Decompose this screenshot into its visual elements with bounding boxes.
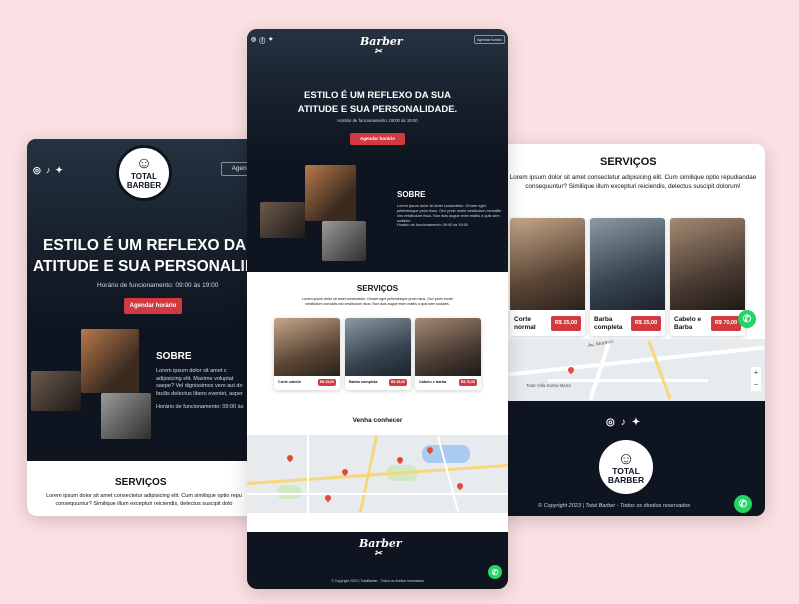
services-intro: Lorem ipsum dolor sit amet consectetur. …: [302, 297, 453, 306]
service-photo: [590, 218, 665, 310]
twitter-icon[interactable]: ✦: [268, 36, 273, 45]
barber-script-logo: Barber ✂: [360, 35, 403, 57]
tiktok-icon[interactable]: ♪: [46, 165, 51, 176]
logo-text-bottom: BARBER: [607, 474, 645, 485]
social-links: ◎ ♪ ✦: [606, 417, 640, 428]
header-schedule-button[interactable]: Agendar horário: [474, 35, 505, 44]
footer: ◎ ⓕ ✦ Barber ✂ © Copyright 2023 | TotalB…: [247, 515, 508, 589]
location-map[interactable]: [247, 435, 508, 513]
service-photo: [345, 318, 411, 376]
service-price: R$ 70,00: [459, 379, 477, 386]
map-pin-icon: [455, 481, 465, 491]
whatsapp-button[interactable]: ✆: [488, 565, 502, 579]
about-photo-bottom: [322, 221, 366, 261]
service-price: R$ 25,00: [631, 316, 661, 331]
whatsapp-button[interactable]: ✆: [738, 310, 756, 328]
footer: ◎ ♪ ✦ ☺ TOTAL BARBER © Copyright 2023 | …: [498, 401, 765, 516]
social-links: ◎ ⓕ ✦: [365, 522, 387, 531]
about-photo-top: [81, 329, 139, 393]
service-price: R$ 25,00: [551, 316, 581, 331]
barber-face-icon: ☺: [135, 155, 153, 172]
razor-icon: ✂: [374, 549, 382, 559]
about-photo-left: [31, 371, 81, 411]
map-street-label: Av. Moreno: [587, 339, 614, 350]
about-hours: Horário de funcionamento: 09:00 às: [156, 404, 244, 410]
map-area-label: Total Villa Santa Maria: [526, 383, 571, 388]
service-name: Barba completa: [349, 380, 378, 384]
service-card-haircut-beard[interactable]: Cabelo e barba R$ 70,00: [415, 318, 481, 390]
facebook-icon[interactable]: ⓕ: [259, 36, 265, 45]
service-photo: [274, 318, 340, 376]
service-card-beard[interactable]: Barba completa R$ 25,00: [590, 218, 665, 336]
hero-hours: Horário de funcionamento: 09:00 às 19:00: [97, 282, 219, 289]
services-intro: Lorem ipsum dolor sit amet consectetur a…: [509, 174, 757, 190]
about-hours: Horário de funcionamento: 09:00 às 19:00: [397, 223, 468, 227]
total-barber-logo: ☺ TOTAL BARBER: [596, 437, 656, 497]
twitter-icon[interactable]: ✦: [55, 165, 63, 176]
logo-text-top: TOTAL: [131, 172, 157, 181]
logo-text-bottom: BARBER: [126, 181, 162, 190]
right-page-preview: SERVIÇOS Lorem ipsum dolor sit amet cons…: [498, 144, 765, 516]
total-barber-logo: ☺ TOTAL BARBER: [116, 145, 172, 201]
about-title: SOBRE: [156, 351, 192, 362]
service-name: Barba completa: [594, 316, 623, 331]
instagram-icon[interactable]: ◎: [606, 417, 615, 428]
social-links: ◎ ♪ ✦: [33, 165, 63, 176]
facebook-icon[interactable]: ⓕ: [373, 522, 379, 531]
service-name: Cabelo e barba: [419, 380, 447, 384]
center-page-preview: ◎ ⓕ ✦ Barber ✂ Agendar horário ESTILO É …: [247, 29, 508, 589]
hero-headline: ESTILO É UM REFLEXO DA SUA ATITUDE E SUA…: [297, 90, 458, 115]
about-photo-left: [260, 202, 305, 238]
service-price: R$ 25,00: [389, 379, 407, 386]
service-price: R$ 25,00: [318, 379, 336, 386]
service-name: Corte normal: [514, 316, 536, 331]
location-title: Venha conhecer: [352, 417, 403, 424]
services-section: SERVIÇOS Lorem ipsum dolor sit amet cons…: [247, 272, 508, 532]
service-card-haircut[interactable]: Corte normal R$ 25,00: [510, 218, 585, 336]
location-map[interactable]: Av. Moreno Total Villa Santa Maria + −: [508, 339, 765, 401]
service-card-beard[interactable]: Barba completa R$ 25,00: [345, 318, 411, 390]
map-pin-icon: [285, 453, 295, 463]
instagram-icon[interactable]: ◎: [365, 522, 370, 531]
footer-copyright: © Copyright 2023 | Total Barber - Todos …: [538, 503, 691, 509]
twitter-icon[interactable]: ✦: [632, 417, 640, 428]
hero-hours: Horário de funcionamento: 09:00 às 19:00: [337, 118, 418, 123]
map-zoom-controls[interactable]: + −: [751, 367, 761, 391]
service-photo: [415, 318, 481, 376]
about-photo-bottom: [101, 393, 151, 439]
service-photo: [510, 218, 585, 310]
services-section: SERVIÇOS Lorem ipsum dolor sit amet cons…: [27, 461, 255, 516]
about-photo-top: [305, 165, 356, 221]
instagram-icon[interactable]: ◎: [33, 165, 41, 176]
razor-icon: ✂: [374, 47, 382, 57]
service-card-haircut[interactable]: Corte cabelo R$ 25,00: [274, 318, 340, 390]
map-pin-icon: [395, 455, 405, 465]
map-pin-icon: [323, 493, 333, 503]
barber-face-icon: ☺: [617, 448, 635, 468]
service-name: Corte cabelo: [278, 380, 301, 384]
twitter-icon[interactable]: ✦: [382, 522, 387, 531]
services-intro: Lorem ipsum dolor sit amet consectetur a…: [46, 493, 242, 507]
hero-headline: ESTILO É UM REFLEXO DA SU ATITUDE E SUA …: [33, 237, 255, 275]
about-title: SOBRE: [397, 190, 426, 199]
service-photo: [670, 218, 745, 310]
service-price: R$ 70,00: [711, 316, 741, 331]
footer-copyright: © Copyright 2023 | TotalBarber - Todos o…: [331, 579, 424, 583]
service-card-haircut-beard[interactable]: Cabelo e Barba R$ 70,00: [670, 218, 745, 336]
services-title: SERVIÇOS: [115, 477, 167, 488]
whatsapp-button[interactable]: ✆: [734, 495, 752, 513]
barber-script-logo: Barber ✂: [359, 537, 402, 559]
about-text: Lorem ipsum dolor sit amet c adipisicing…: [156, 368, 243, 397]
tiktok-icon[interactable]: ♪: [621, 417, 626, 428]
service-name: Cabelo e Barba: [674, 316, 702, 331]
left-page-preview: ◎ ♪ ✦ ☺ TOTAL BARBER Agend ESTILO É UM R…: [27, 139, 255, 516]
hero-cta-button[interactable]: Agendar horário: [124, 298, 182, 314]
hero-cta-button[interactable]: Agendar horário: [350, 133, 405, 145]
instagram-icon[interactable]: ◎: [251, 36, 256, 45]
services-title: SERVIÇOS: [600, 156, 657, 168]
about-text: Lorem ipsum dolor sit amet consectetur. …: [397, 204, 502, 223]
social-links: ◎ ⓕ ✦: [251, 36, 273, 45]
services-title: SERVIÇOS: [356, 284, 399, 293]
